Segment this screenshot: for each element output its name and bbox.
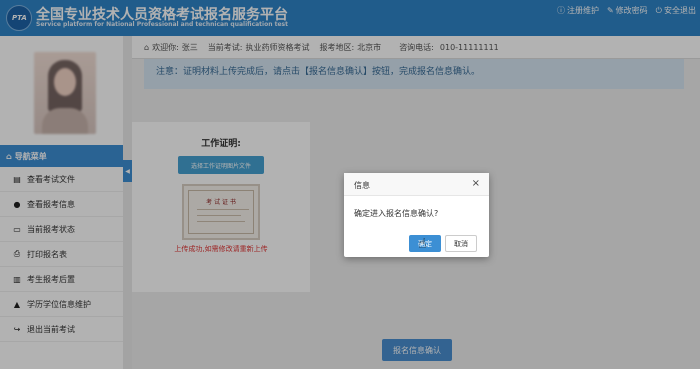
confirm-dialog: 信息 × 确定进入报名信息确认? 确定 取消	[344, 173, 489, 257]
hand-cursor-icon: ☝	[418, 236, 427, 252]
close-icon[interactable]: ×	[472, 178, 480, 189]
dialog-header: 信息 ×	[344, 173, 489, 196]
dialog-title: 信息	[354, 181, 370, 190]
cancel-button[interactable]: 取消	[445, 235, 477, 252]
dialog-message: 确定进入报名信息确认?	[354, 209, 439, 218]
